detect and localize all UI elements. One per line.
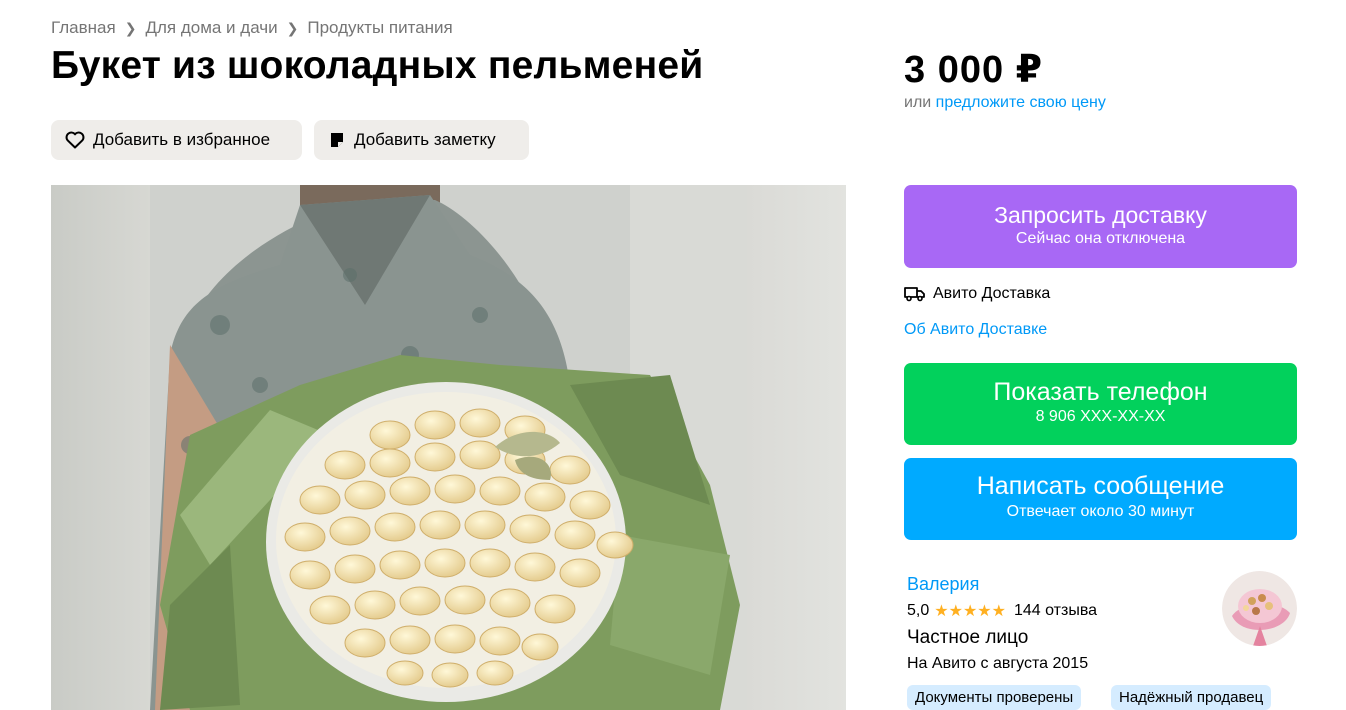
delivery-service-label: Авито Доставка (933, 285, 1051, 302)
reviews-link[interactable]: 144 отзыва (1014, 602, 1097, 620)
show-phone-label: Показать телефон (993, 378, 1208, 406)
write-message-button[interactable]: Написать сообщение Отвечает около 30 мин… (904, 458, 1297, 540)
add-note-label: Добавить заметку (354, 130, 496, 149)
badge-documents-verified: Документы проверены (907, 685, 1082, 710)
response-time: Отвечает около 30 минут (1006, 503, 1195, 520)
request-delivery-button[interactable]: Запросить доставку Сейчас она отключена (904, 185, 1297, 268)
about-delivery-link[interactable]: Об Авито Доставке (904, 321, 1047, 339)
delivery-service: Авито Доставка (904, 285, 1050, 303)
offer-prefix: или (904, 94, 932, 111)
breadcrumb-food[interactable]: Продукты питания (307, 18, 452, 38)
request-delivery-label: Запросить доставку (994, 202, 1207, 228)
product-photo[interactable] (150, 185, 747, 710)
gallery-blur-left (51, 185, 151, 710)
seller-avatar[interactable] (1222, 571, 1297, 646)
phone-number: 8 906 XXX-XX-XX (1035, 408, 1166, 425)
offer-line: или предложите свою цену (904, 94, 1106, 112)
add-to-favorites-button[interactable]: Добавить в избранное (51, 120, 302, 160)
gallery-blur-right (746, 185, 846, 710)
price: 3 000 ₽ (904, 49, 1044, 91)
product-gallery[interactable] (51, 185, 846, 710)
rating-stars-icon: ★★★★★ (934, 603, 1006, 620)
seller-type: Частное лицо (907, 627, 1029, 648)
request-delivery-sublabel: Сейчас она отключена (1015, 230, 1186, 247)
write-message-label: Написать сообщение (976, 472, 1225, 500)
add-note-button[interactable]: Добавить заметку (314, 120, 529, 160)
note-icon (331, 133, 343, 147)
heart-icon (65, 131, 85, 149)
breadcrumb-home[interactable]: Главная (51, 18, 116, 38)
chevron-right-icon: ❯ (124, 19, 137, 36)
add-to-favorites-label: Добавить в избранное (93, 130, 271, 149)
badge-reliable-seller: Надёжный продавец (1111, 685, 1272, 710)
breadcrumb: Главная ❯ Для дома и дачи ❯ Продукты пит… (51, 16, 453, 40)
page-title: Букет из шоколадных пельменей (51, 44, 704, 87)
seller-name-link[interactable]: Валерия (907, 574, 979, 595)
rating-value: 5,0 (907, 602, 930, 619)
chevron-right-icon: ❯ (286, 19, 299, 36)
truck-icon (904, 287, 925, 302)
seller-since: На Авито с августа 2015 (907, 655, 1089, 672)
breadcrumb-home-garden[interactable]: Для дома и дачи (145, 18, 277, 38)
offer-price-link[interactable]: предложите свою цену (936, 94, 1106, 111)
seller-rating: 5,0 ★★★★★ 144 отзыва (907, 601, 1097, 621)
show-phone-button[interactable]: Показать телефон 8 906 XXX-XX-XX (904, 363, 1297, 445)
